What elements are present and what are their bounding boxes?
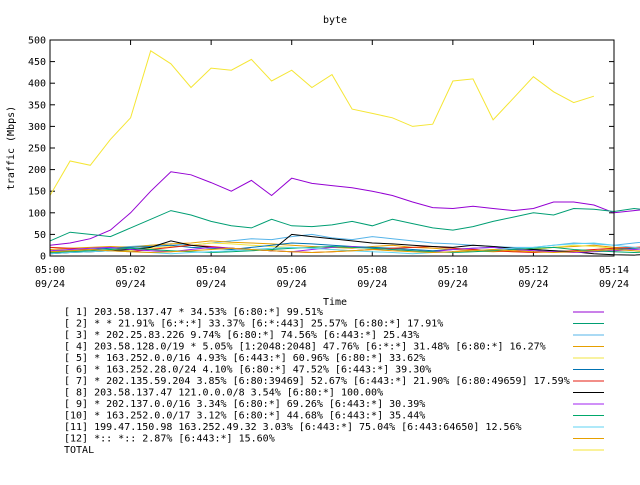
- y-tick-label: 150: [28, 187, 46, 198]
- legend-label: [ 2] * * 21.91% [6:*:*] 33.37% [6:*:443]…: [64, 319, 443, 330]
- x-tick-label-date: 09/24: [518, 279, 548, 290]
- x-tick-label-time: 05:14: [599, 265, 629, 276]
- x-tick-label-date: 09/24: [357, 279, 387, 290]
- y-tick-label: 250: [28, 144, 46, 155]
- x-tick-label-time: 05:08: [357, 265, 387, 276]
- series-line-1: [49, 171, 640, 246]
- series-group: [49, 50, 640, 256]
- x-axis-label: Time: [323, 297, 347, 308]
- legend-label: [11] 199.47.150.98 163.252.49.32 3.03% […: [64, 422, 522, 433]
- chart: byte traffic (Mbps) Time 0 50 100 150 200 250…: [0, 0, 640, 480]
- y-tick-label: 350: [28, 100, 46, 111]
- x-tick-label-time: 05:04: [196, 265, 226, 276]
- legend-label: [ 8] 203.58.137.47 121.0.0.0/8 3.54% [6:…: [64, 388, 383, 399]
- legend-label: [ 9] * 202.137.0.0/16 3.34% [6:80:*] 69.…: [64, 399, 425, 410]
- x-tick-label-time: 05:00: [35, 265, 65, 276]
- legend-label: [10] * 163.252.0.0/17 3.12% [6:80:*] 44.…: [64, 411, 425, 422]
- legend-label: [ 1] 203.58.137.47 * 34.53% [6:80:*] 99.…: [64, 307, 323, 318]
- y-tick-label: 400: [28, 79, 46, 90]
- series-line-13: [49, 50, 595, 196]
- chart-title: byte: [323, 15, 347, 26]
- x-tick-label-time: 05:06: [277, 265, 307, 276]
- x-tick-label-date: 09/24: [599, 279, 629, 290]
- legend-label: [ 5] * 163.252.0.0/16 4.93% [6:443:*] 60…: [64, 353, 425, 364]
- y-tick-label: 500: [28, 36, 46, 47]
- x-tick-label-time: 05:12: [518, 265, 548, 276]
- legend: [ 1] 203.58.137.47 * 34.53% [6:80:*] 99.…: [64, 307, 604, 456]
- legend-label: TOTAL: [64, 445, 94, 456]
- x-tick-label-date: 09/24: [116, 279, 146, 290]
- y-tick-label: 0: [40, 252, 46, 263]
- y-tick-label: 100: [28, 208, 46, 219]
- y-tick-label: 200: [28, 165, 46, 176]
- plot-frame: [49, 39, 615, 257]
- legend-label: [12] *:: *:: 2.87% [6:443:*] 15.60%: [64, 434, 275, 445]
- x-tick-label-time: 05:10: [438, 265, 468, 276]
- y-tick-group: 0 50 100 150 200 250 300 350 400 450 500: [28, 36, 614, 263]
- legend-label: [ 6] * 163.252.28.0/24 4.10% [6:80:*] 47…: [64, 365, 431, 376]
- y-tick-label: 450: [28, 57, 46, 68]
- x-tick-label-date: 09/24: [35, 279, 65, 290]
- x-tick-label-date: 09/24: [438, 279, 468, 290]
- x-tick-label-date: 09/24: [196, 279, 226, 290]
- x-tick-label-time: 05:02: [116, 265, 146, 276]
- y-axis-label: traffic (Mbps): [6, 106, 17, 190]
- x-tick-label-date: 09/24: [277, 279, 307, 290]
- y-tick-label: 300: [28, 122, 46, 133]
- chart-svg: byte traffic (Mbps) Time 0 50 100 150 200 250…: [6, 15, 640, 456]
- legend-label: [ 3] * 202.25.83.226 9.74% [6:80:*] 74.5…: [64, 330, 419, 341]
- y-tick-label: 50: [34, 230, 46, 241]
- legend-label: [ 4] 203.58.128.0/19 * 5.05% [1:2048:204…: [64, 342, 546, 353]
- legend-label: [ 7] * 202.135.59.204 3.85% [6:80:39469]…: [64, 376, 570, 387]
- series-line-2: [49, 207, 640, 242]
